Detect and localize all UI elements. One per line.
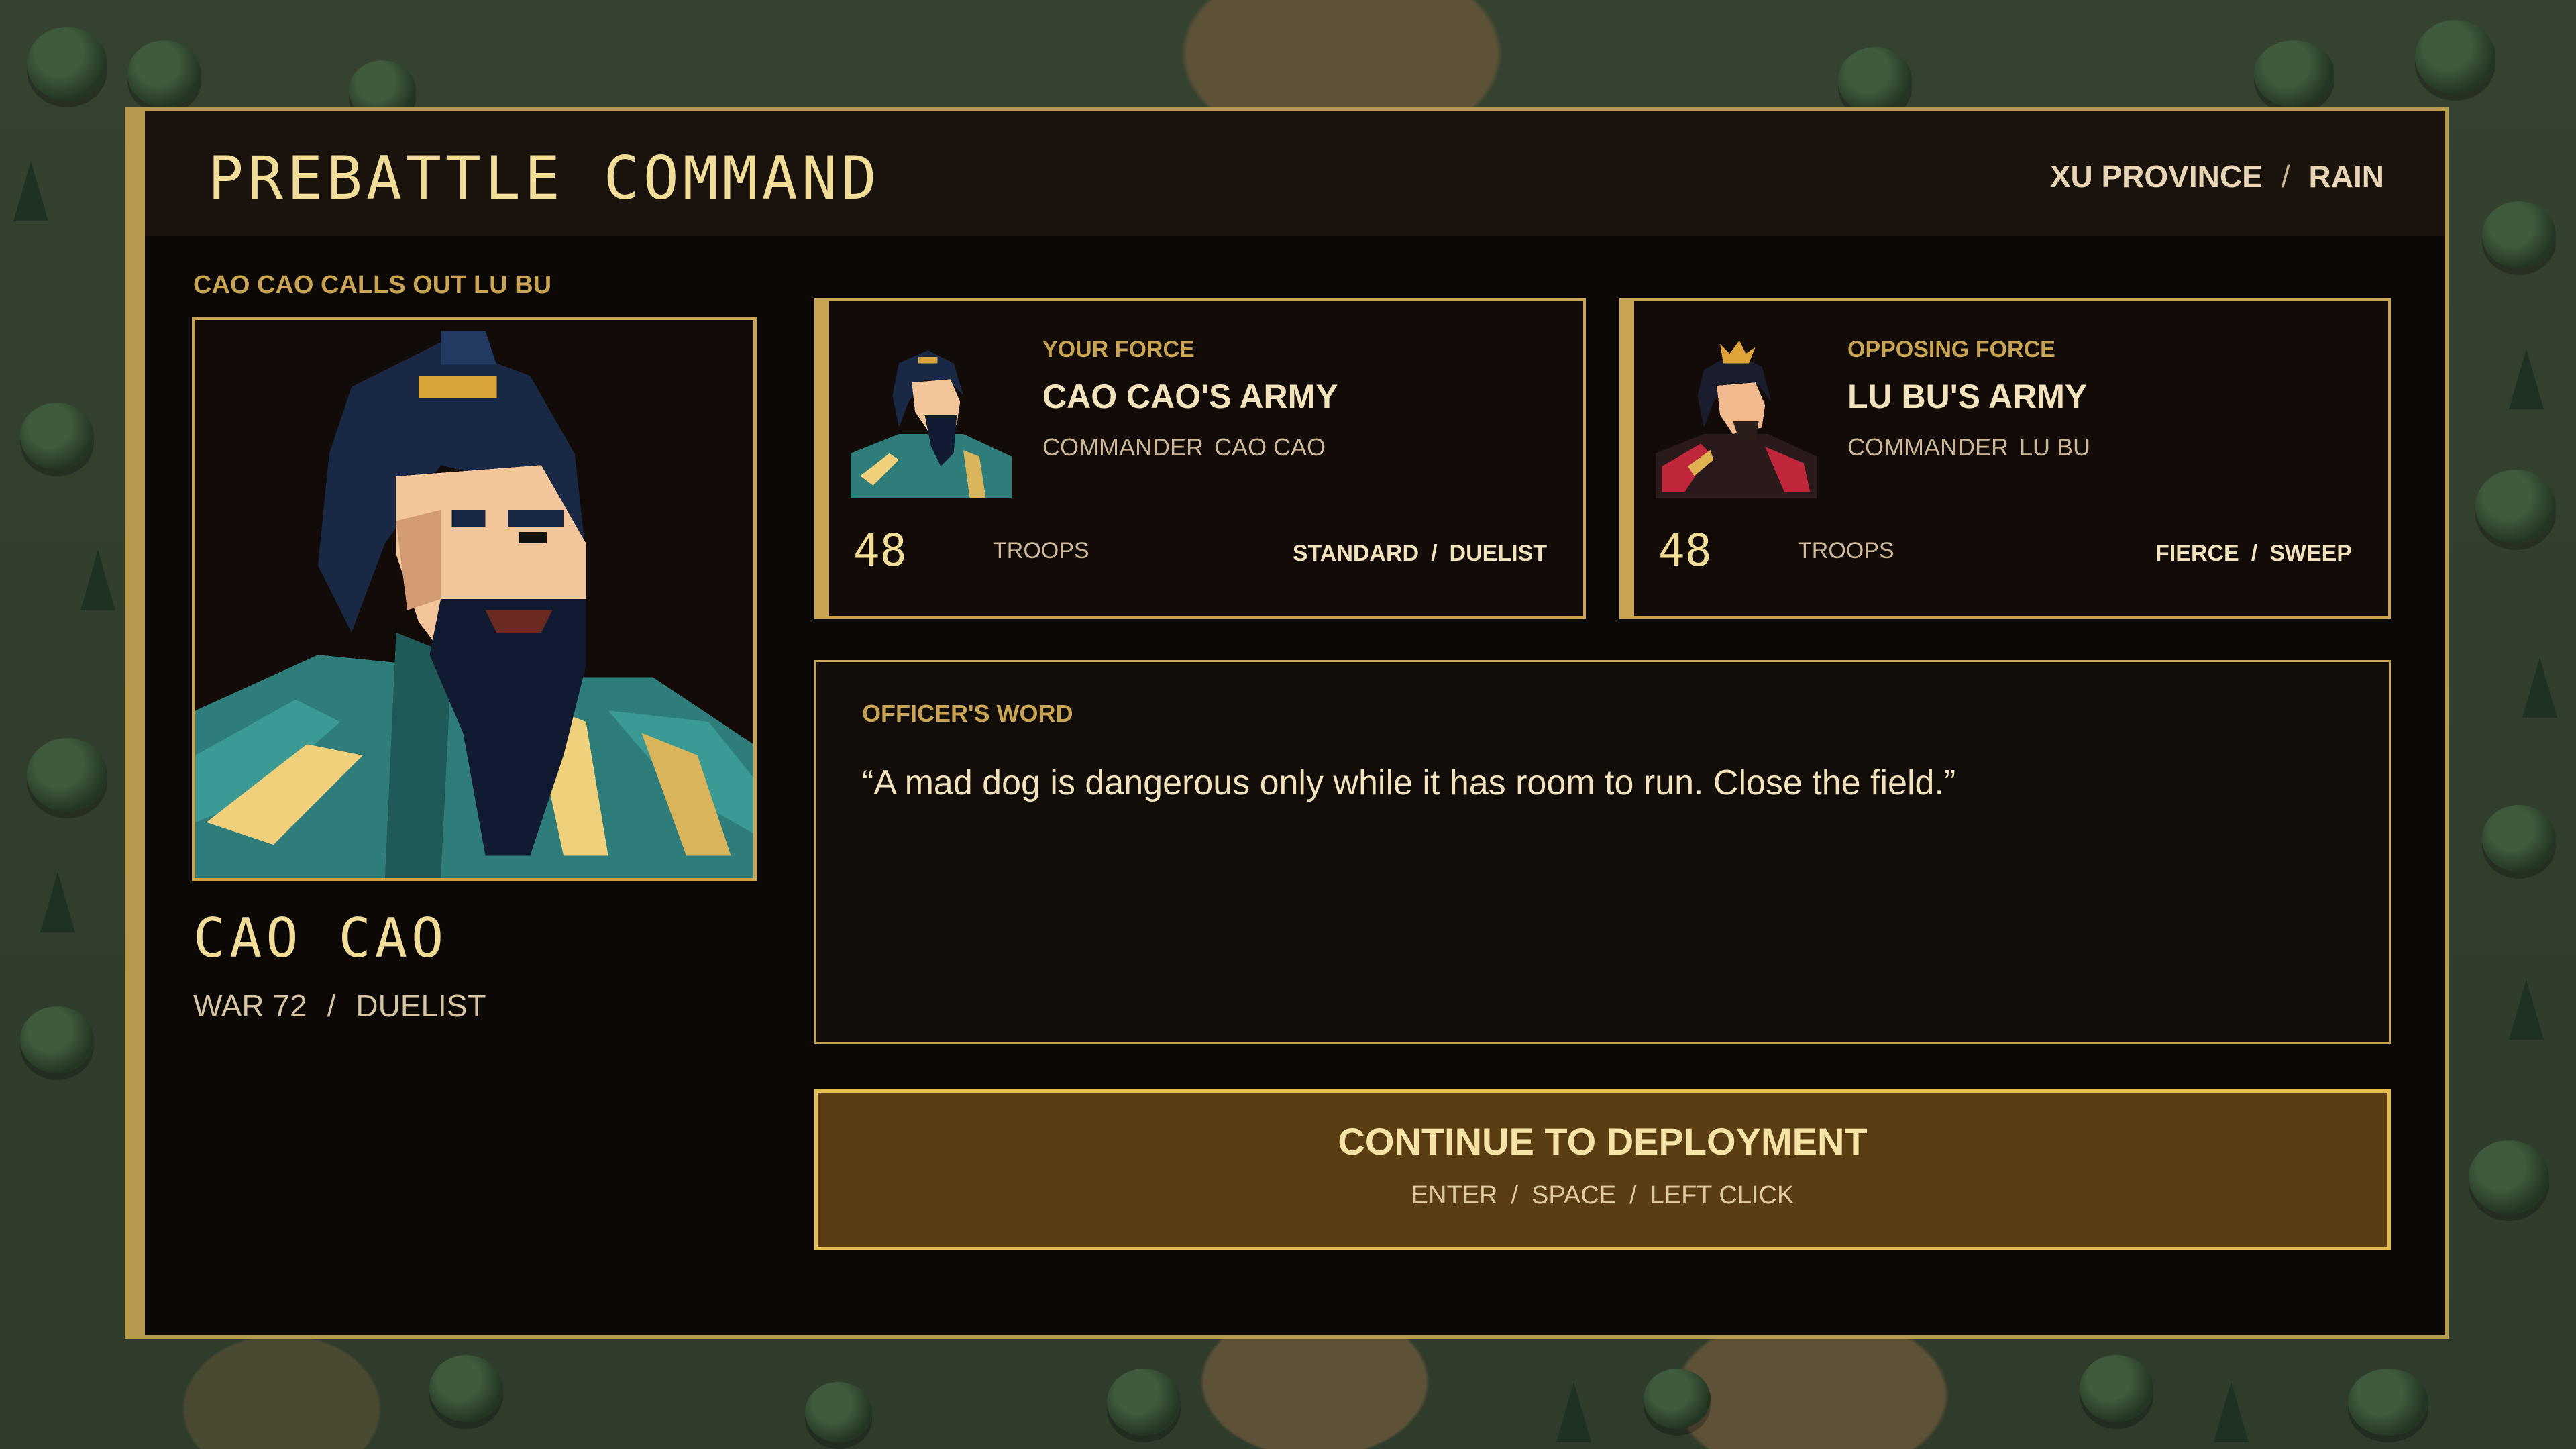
commander-name: CAO CAO: [1214, 433, 1326, 461]
officers-word-label: OFFICER'S WORD: [862, 700, 1073, 727]
force-kicker: YOUR FORCE: [1042, 337, 1195, 362]
cao-cao-portrait-icon: [195, 320, 753, 878]
officer-portrait: [192, 317, 757, 881]
lu-bu-mini-portrait-icon: [1656, 340, 1817, 498]
separator: /: [1629, 1181, 1637, 1210]
page-title: PREBATTLE COMMAND: [208, 144, 881, 213]
enter-key-hint: ENTER: [1411, 1181, 1498, 1210]
formation-trait: STANDARD: [1292, 541, 1419, 566]
officers-word-box: OFFICER'S WORD “A mad dog is dangerous o…: [814, 660, 2391, 1044]
force-traits: FIERCE / SWEEP: [2155, 541, 2352, 567]
your-force-card: YOUR FORCE CAO CAO'S ARMY COMMANDER CAO …: [814, 298, 1586, 619]
troop-count: 48: [853, 525, 907, 576]
force-traits: STANDARD / DUELIST: [1293, 541, 1547, 567]
commander-line: COMMANDER CAO CAO: [1042, 433, 1326, 462]
left-click-hint: LEFT CLICK: [1650, 1181, 1794, 1210]
duel-callout: CAO CAO CALLS OUT LU BU: [193, 271, 552, 299]
army-name: LU BU'S ARMY: [1847, 378, 2088, 415]
opposing-force-card: OPPOSING FORCE LU BU'S ARMY COMMANDER LU…: [1619, 298, 2391, 619]
continue-to-deployment-button[interactable]: CONTINUE TO DEPLOYMENT ENTER / SPACE / L…: [814, 1089, 2391, 1250]
officer-stats: WAR 72 / DUELIST: [193, 987, 486, 1024]
commander-label: COMMANDER: [1847, 433, 2008, 461]
officer-quote: “A mad dog is dangerous only while it ha…: [862, 763, 1956, 802]
prebattle-command-panel: PREBATTLE COMMAND XU PROVINCE / RAIN CAO…: [125, 107, 2449, 1339]
separator: /: [2281, 159, 2290, 194]
tactic-trait: DUELIST: [1449, 541, 1547, 566]
separator: /: [1431, 541, 1438, 566]
war-stat: WAR 72: [193, 988, 307, 1023]
cao-cao-mini-portrait-icon: [851, 350, 1012, 498]
separator: /: [1511, 1181, 1519, 1210]
separator: /: [2251, 541, 2258, 566]
panel-header: PREBATTLE COMMAND XU PROVINCE / RAIN: [145, 111, 2445, 236]
commander-line: COMMANDER LU BU: [1847, 433, 2090, 462]
province-label: XU PROVINCE: [2049, 159, 2263, 194]
commander-label: COMMANDER: [1042, 433, 1203, 461]
panel-accent-bar: [129, 111, 145, 1335]
commander-name: LU BU: [2019, 433, 2091, 461]
force-kicker: OPPOSING FORCE: [1847, 337, 2055, 362]
separator: /: [327, 988, 336, 1023]
tactic-trait: SWEEP: [2269, 541, 2352, 566]
officer-name: CAO CAO: [193, 907, 448, 969]
troops-label: TROOPS: [993, 538, 1089, 564]
continue-label: CONTINUE TO DEPLOYMENT: [1338, 1120, 1868, 1163]
weather-label: RAIN: [2308, 159, 2384, 194]
troop-count: 48: [1658, 525, 1712, 576]
troops-label: TROOPS: [1798, 538, 1894, 564]
space-key-hint: SPACE: [1532, 1181, 1617, 1210]
location-weather: XU PROVINCE / RAIN: [2050, 158, 2384, 195]
army-name: CAO CAO'S ARMY: [1042, 378, 1338, 415]
officer-skill: DUELIST: [356, 988, 486, 1023]
formation-trait: FIERCE: [2155, 541, 2239, 566]
input-hints: ENTER / SPACE / LEFT CLICK: [818, 1181, 2387, 1210]
